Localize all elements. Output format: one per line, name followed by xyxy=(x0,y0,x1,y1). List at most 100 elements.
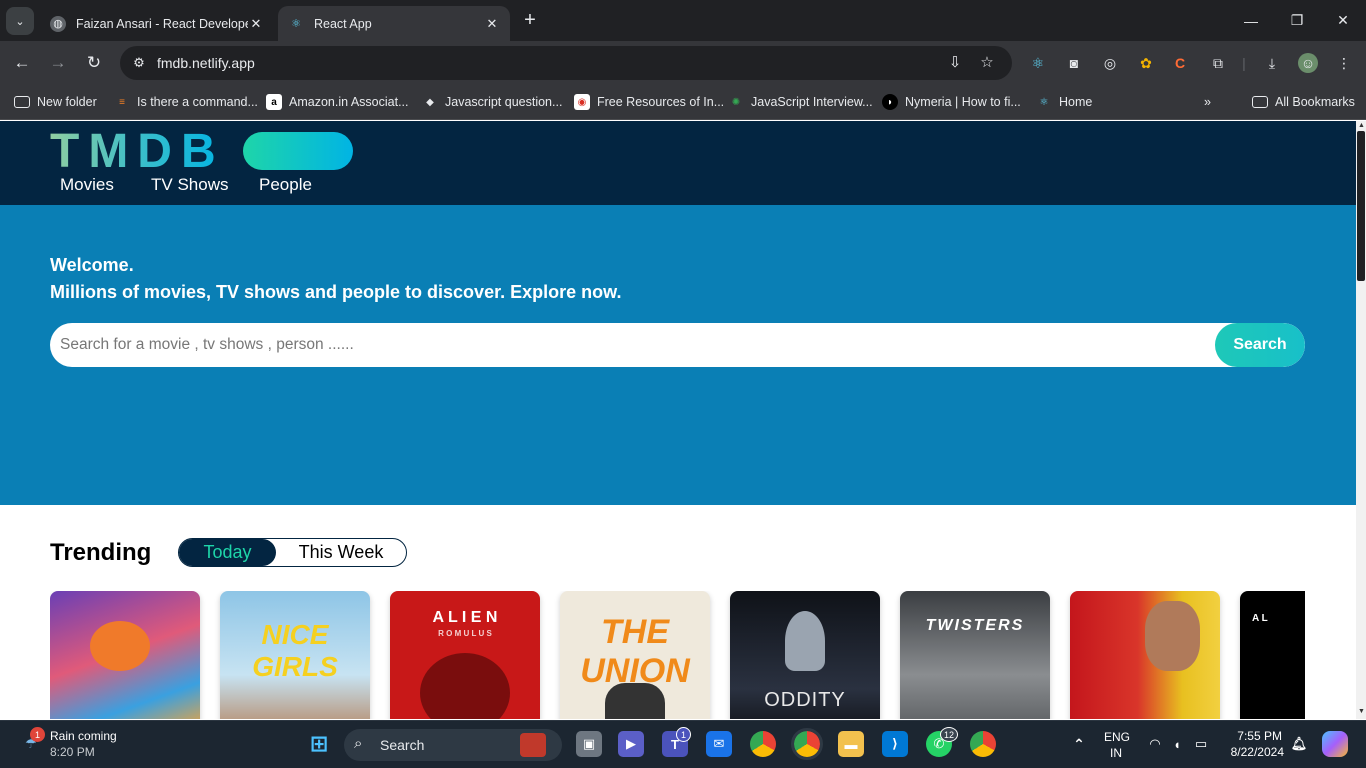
poster-title: A L I E N xyxy=(432,609,498,626)
search-input[interactable] xyxy=(50,323,1215,367)
poster-title: NICE GIRLS xyxy=(252,619,338,682)
bookmark-label: JavaScript Interview... xyxy=(751,95,873,109)
windows-start-icon[interactable]: ⊞ xyxy=(306,731,332,757)
bookmark-item[interactable]: ◉ Free Resources of In... xyxy=(574,92,724,112)
poster-card[interactable]: A L I E N R O M U L U S xyxy=(390,591,540,719)
color-picker-icon[interactable]: ✿ xyxy=(1136,53,1156,73)
logo-pill xyxy=(243,132,353,170)
poster-subtitle: R O M U L U S xyxy=(438,629,492,638)
scrollbar-thumb[interactable] xyxy=(1357,131,1365,281)
site-info-icon[interactable]: ⚙ xyxy=(130,54,148,72)
install-app-icon[interactable]: ⇩ xyxy=(946,54,964,72)
restore-button[interactable]: ❐ xyxy=(1274,0,1320,41)
close-tab-icon[interactable]: ✕ xyxy=(484,16,500,32)
address-bar[interactable]: ⚙ fmdb.netlify.app ⇩ ☆ xyxy=(120,46,1012,80)
bookmark-label: Home xyxy=(1059,95,1093,109)
bookmark-item[interactable]: a Amazon.in Associat... xyxy=(266,92,409,112)
scroll-down-icon[interactable]: ▼ xyxy=(1358,708,1365,715)
forward-icon[interactable]: → xyxy=(44,49,72,77)
bookmark-label: Javascript question... xyxy=(445,95,563,109)
poster-card[interactable]: TWISTERS xyxy=(900,591,1050,719)
all-bookmarks-label: All Bookmarks xyxy=(1275,95,1355,109)
minimize-button[interactable]: — xyxy=(1228,0,1274,41)
battery-icon[interactable]: ▭ xyxy=(1188,731,1214,757)
web-page: TMDB Movies TV Shows People Welcome. Mil… xyxy=(0,121,1356,719)
tmdb-logo[interactable]: TMDB xyxy=(50,127,225,177)
trending-toggle: Today This Week xyxy=(178,538,407,567)
bookmark-label: New folder xyxy=(37,95,97,109)
chrome-icon[interactable] xyxy=(750,731,776,757)
tab-react-app[interactable]: ⚛ React App ✕ xyxy=(278,6,510,41)
poster-card[interactable]: ODDITY xyxy=(730,591,880,719)
task-view-icon[interactable]: ▣ xyxy=(576,731,602,757)
bookmark-star-icon[interactable]: ☆ xyxy=(978,54,996,72)
taskbar-search[interactable]: ⌕ Search xyxy=(344,729,562,761)
poster-card[interactable]: THE UNION xyxy=(560,591,710,719)
react-devtools-icon[interactable]: ⚛ xyxy=(1028,53,1048,73)
poster-title: A L xyxy=(1252,613,1268,624)
clock-time[interactable]: 7:55 PM xyxy=(1230,729,1282,743)
tray-chevron-icon[interactable]: ⌃ xyxy=(1066,731,1092,757)
swirl-icon: ✺ xyxy=(731,96,741,108)
tab-faizan-ansari[interactable]: ◍ Faizan Ansari - React Developer ✕ xyxy=(40,6,274,41)
bookmark-item[interactable]: ⚛ Home xyxy=(1036,92,1093,112)
hero-section: Welcome. Millions of movies, TV shows an… xyxy=(0,205,1356,505)
poster-art xyxy=(785,611,825,671)
bookmark-new-folder[interactable]: New folder xyxy=(14,92,97,112)
profile-avatar[interactable]: ☺ xyxy=(1298,53,1318,73)
browser-toolbar: ← → ↻ ⚙ fmdb.netlify.app ⇩ ☆ ⚛ ◙ ◎ ✿ C ⧉… xyxy=(0,41,1366,85)
weather-title[interactable]: Rain coming xyxy=(50,729,117,743)
diamond-icon: ◆ xyxy=(426,96,434,108)
chrome-active-icon[interactable] xyxy=(791,728,823,760)
file-explorer-icon[interactable]: ▬ xyxy=(838,731,864,757)
close-window-button[interactable]: ✕ xyxy=(1320,0,1366,41)
toggle-today[interactable]: Today xyxy=(179,539,276,566)
target-extension-icon[interactable]: ◎ xyxy=(1100,53,1120,73)
poster-art xyxy=(90,621,150,671)
downloads-icon[interactable]: ⤓ xyxy=(1262,53,1282,73)
poster-art xyxy=(420,653,510,719)
hero-tagline: Millions of movies, TV shows and people … xyxy=(50,282,622,302)
language-top[interactable]: ENG xyxy=(1104,730,1130,744)
toggle-this-week[interactable]: This Week xyxy=(276,539,406,566)
chrome-canary-icon[interactable] xyxy=(970,731,996,757)
poster-card[interactable] xyxy=(1070,591,1220,719)
search-bar: Search xyxy=(50,323,1305,367)
bookmark-label: Is there a command... xyxy=(137,95,258,109)
new-tab-button[interactable]: + xyxy=(518,9,542,33)
windows-taskbar: ☂ 1 Rain coming 8:20 PM ⊞ ⌕ Search ▣ ▶ T… xyxy=(0,720,1366,768)
back-icon[interactable]: ← xyxy=(8,49,36,77)
poster-card[interactable]: A L xyxy=(1240,591,1305,719)
nav-movies[interactable]: Movies xyxy=(60,175,114,195)
all-bookmarks[interactable]: All Bookmarks xyxy=(1252,92,1355,112)
bookmark-item[interactable]: ◗ Nymeria | How to fi... xyxy=(882,92,1021,112)
site-header: TMDB Movies TV Shows People xyxy=(0,121,1356,205)
c-extension-icon[interactable]: C xyxy=(1170,53,1190,73)
volume-icon[interactable]: ◖ xyxy=(1164,731,1190,757)
close-tab-icon[interactable]: ✕ xyxy=(248,16,264,32)
camera-extension-icon[interactable]: ◙ xyxy=(1064,53,1084,73)
extensions-icon[interactable]: ⧉ xyxy=(1208,53,1228,73)
poster-art xyxy=(605,683,665,719)
bookmark-item[interactable]: ≡ Is there a command... xyxy=(114,92,258,112)
bookmark-item[interactable]: ✺ JavaScript Interview... xyxy=(728,92,873,112)
scroll-up-icon[interactable]: ▲ xyxy=(1358,122,1365,129)
notification-bell-icon[interactable]: 🔔︎ xyxy=(1286,731,1312,757)
poster-card[interactable] xyxy=(50,591,200,719)
meet-icon[interactable]: ▶ xyxy=(618,731,644,757)
nav-people[interactable]: People xyxy=(259,175,312,195)
copilot-icon[interactable] xyxy=(1322,731,1348,757)
vscode-icon[interactable]: ⟩ xyxy=(882,731,908,757)
search-button[interactable]: Search xyxy=(1215,323,1305,367)
mail-icon[interactable]: ✉ xyxy=(706,731,732,757)
nav-tv-shows[interactable]: TV Shows xyxy=(151,175,228,195)
more-bookmarks-icon[interactable]: » xyxy=(1204,92,1211,112)
reload-icon[interactable]: ↻ xyxy=(80,49,108,77)
poster-card[interactable]: NICE GIRLS xyxy=(220,591,370,719)
tab-search-button[interactable]: ⌄ xyxy=(6,7,34,35)
toolbar-divider: | xyxy=(1242,55,1246,71)
bookmark-label: Free Resources of In... xyxy=(597,95,725,109)
bookmark-item[interactable]: ◆ Javascript question... xyxy=(422,92,562,112)
menu-icon[interactable]: ⋮ xyxy=(1334,53,1354,73)
page-scrollbar[interactable]: ▲ ▼ xyxy=(1356,121,1366,719)
